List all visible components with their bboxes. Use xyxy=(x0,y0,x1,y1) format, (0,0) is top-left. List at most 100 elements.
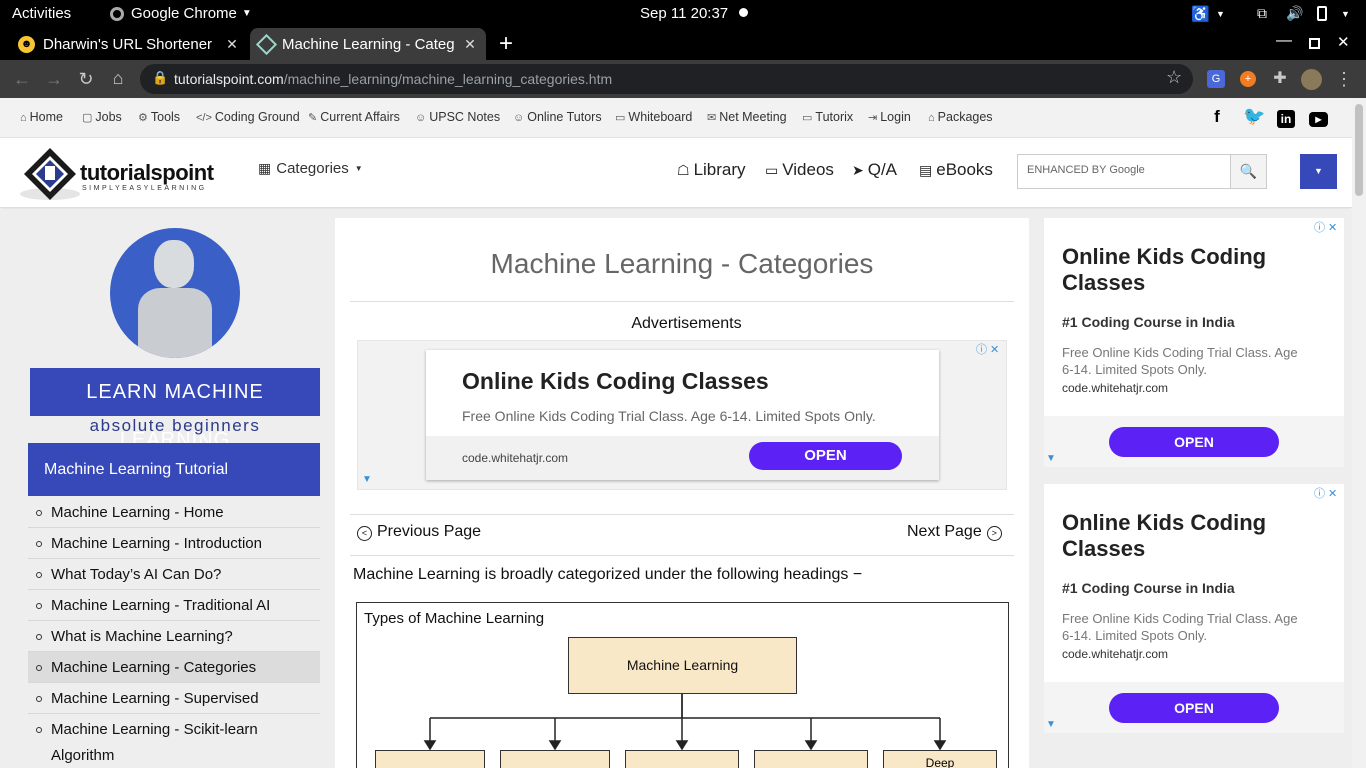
facebook-icon[interactable]: f xyxy=(1208,108,1226,126)
bullet-icon xyxy=(36,665,42,671)
tab-ml-categories[interactable]: Machine Learning - Categ ✕ xyxy=(250,28,486,60)
sidebar-item[interactable]: Machine Learning - Traditional AI xyxy=(28,590,320,621)
ad-triangle-icon[interactable]: ▼ xyxy=(362,474,372,485)
sidebar-item[interactable]: What is Machine Learning? xyxy=(28,621,320,652)
nav-videos[interactable]: ▭ Videos xyxy=(765,160,834,180)
clock[interactable]: Sep 11 20:37 xyxy=(640,5,728,22)
site-link-jobs[interactable]: ▢ Jobs xyxy=(82,110,122,124)
reload-icon[interactable]: ↻ xyxy=(74,67,98,91)
site-link-current-affairs[interactable]: ✎ Current Affairs xyxy=(308,110,400,124)
ad-banner[interactable]: Online Kids Coding Classes Free Online K… xyxy=(357,340,1007,490)
site-link-coding-ground[interactable]: </> Coding Ground xyxy=(196,110,300,124)
menu-kebab-icon[interactable]: ⋮ xyxy=(1332,67,1356,91)
volume-icon[interactable]: 🔊 xyxy=(1286,5,1303,22)
side-ad-open-button[interactable]: OPEN xyxy=(1109,693,1279,723)
close-tab-icon[interactable]: ✕ xyxy=(224,36,240,52)
nav-ebooks[interactable]: ▤ eBooks xyxy=(919,160,993,180)
close-window-icon[interactable]: ✕ xyxy=(1337,33,1350,51)
site-link-tutorix[interactable]: ▭ Tutorix xyxy=(802,110,853,124)
twitter-icon[interactable]: 🐦 xyxy=(1243,107,1265,125)
sidebar: LEARN MACHINE LEARNING absolute beginner… xyxy=(28,218,320,768)
side-ad-2[interactable]: ⓘ ✕ Online Kids Coding Classes #1 Coding … xyxy=(1044,484,1344,733)
ad-triangle-icon[interactable]: ▼ xyxy=(1046,719,1056,730)
site-link-login[interactable]: ⇥ Login xyxy=(868,110,911,124)
next-page-link[interactable]: Next Page > xyxy=(907,523,1002,541)
chevron-down-icon[interactable]: ▼ xyxy=(1341,9,1350,19)
minimize-icon[interactable]: — xyxy=(1276,32,1292,50)
sidebar-item[interactable]: Machine Learning - Home xyxy=(28,497,320,528)
sidebar-item[interactable]: Machine Learning - Scikit-learn Algorithm xyxy=(28,714,320,768)
new-tab-button[interactable]: + xyxy=(499,30,513,58)
tutorialspoint-icon xyxy=(255,33,278,55)
side-ad-url: code.whitehatjr.com xyxy=(1062,647,1169,661)
search-input[interactable]: ENHANCED BY Google xyxy=(1017,154,1230,189)
menu-toggle-button[interactable]: ▼ xyxy=(1300,154,1337,189)
youtube-icon[interactable]: ▶ xyxy=(1309,112,1328,127)
side-ad-open-button[interactable]: OPEN xyxy=(1109,427,1279,457)
bookmark-star-icon[interactable]: ☆ xyxy=(1166,67,1182,88)
previous-page-link[interactable]: < Previous Page xyxy=(357,523,481,541)
chevron-down-icon: ▼ xyxy=(241,8,252,19)
ml-types-diagram: Types of Machine Learning Machine Learni… xyxy=(356,602,1009,768)
search-button[interactable]: 🔍 xyxy=(1230,154,1267,189)
avatar[interactable] xyxy=(1301,69,1322,90)
ad-choices-icon[interactable]: ⓘ ✕ xyxy=(1314,219,1342,234)
extension-icon[interactable]: + xyxy=(1240,71,1256,87)
linkedin-icon[interactable]: in xyxy=(1277,110,1295,128)
activities-button[interactable]: Activities xyxy=(12,5,71,22)
close-tab-icon[interactable]: ✕ xyxy=(462,36,478,52)
diagram-node-deep: Deep xyxy=(883,750,997,768)
ad-choices-icon[interactable]: ⓘ ✕ xyxy=(1314,485,1342,500)
login-icon: ⇥ xyxy=(868,112,878,124)
categories-label: Categories xyxy=(276,160,349,177)
nav-library[interactable]: ☖ Library xyxy=(677,160,746,180)
site-link-tools[interactable]: ⚙ Tools xyxy=(138,110,180,124)
ad-headline: Online Kids Coding Classes xyxy=(462,368,769,394)
tutorial-title[interactable]: Machine Learning Tutorial xyxy=(28,443,320,496)
ad-triangle-icon[interactable]: ▼ xyxy=(1046,453,1056,464)
extensions-puzzle-icon[interactable]: ✚ xyxy=(1268,67,1292,91)
network-icon[interactable]: ⧉ xyxy=(1257,5,1267,22)
scrollbar-thumb[interactable] xyxy=(1355,104,1363,196)
site-link-online-tutors[interactable]: ☺ Online Tutors xyxy=(513,110,602,124)
ad-card[interactable]: Online Kids Coding Classes Free Online K… xyxy=(426,350,939,480)
accessibility-icon[interactable]: ♿ xyxy=(1191,5,1210,23)
ad-choices-icon[interactable]: ⓘ ✕ xyxy=(976,341,1004,356)
categories-dropdown[interactable]: ▦ Categories ▼ xyxy=(258,160,363,177)
page-scrollbar[interactable] xyxy=(1352,98,1366,768)
main-content: Machine Learning - Categories Advertisem… xyxy=(335,218,1029,768)
app-menu[interactable]: Google Chrome ▼ xyxy=(110,5,252,22)
site-logo[interactable]: tutorialspoint SIMPLYEASYLEARNING xyxy=(18,144,232,204)
app-name: Google Chrome xyxy=(131,5,237,22)
translate-extension-icon[interactable]: G xyxy=(1207,70,1225,88)
home-icon[interactable]: ⌂ xyxy=(106,66,130,90)
side-ad-1[interactable]: ⓘ ✕ Online Kids Coding Classes #1 Coding … xyxy=(1044,218,1344,467)
nav-qa[interactable]: ➤ Q/A xyxy=(852,160,897,180)
video-icon: ▭ xyxy=(765,162,779,178)
site-link-home[interactable]: ⌂ Home xyxy=(20,110,63,124)
caret-down-icon: ▼ xyxy=(1314,166,1323,176)
forward-icon[interactable]: → xyxy=(42,67,66,91)
user-icon: ☺ xyxy=(415,112,427,124)
site-header: tutorialspoint SIMPLYEASYLEARNING ▦ Cate… xyxy=(0,138,1352,208)
site-link-whiteboard[interactable]: ▭ Whiteboard xyxy=(615,110,692,124)
battery-icon[interactable] xyxy=(1317,6,1327,21)
sidebar-item[interactable]: Machine Learning - Supervised xyxy=(28,683,320,714)
tab-url-shortener[interactable]: ☻ Dharwin's URL Shortener ✕ xyxy=(8,28,248,60)
back-icon[interactable]: ← xyxy=(10,67,34,91)
notification-dot-icon xyxy=(739,8,748,17)
home-icon: ⌂ xyxy=(20,112,27,124)
site-link-packages[interactable]: ⌂ Packages xyxy=(928,110,993,124)
address-bar[interactable]: 🔒 tutorialspoint.com/machine_learning/ma… xyxy=(140,64,1193,94)
sidebar-item[interactable]: What Today’s AI Can Do? xyxy=(28,559,320,590)
site-link-net-meeting[interactable]: ✉ Net Meeting xyxy=(707,110,787,124)
sidebar-item[interactable]: Machine Learning - Introduction xyxy=(28,528,320,559)
site-link-upsc-notes[interactable]: ☺ UPSC Notes xyxy=(415,110,500,124)
ad-open-button[interactable]: OPEN xyxy=(749,442,902,470)
logo-mark-icon xyxy=(20,148,80,200)
bullet-icon xyxy=(36,727,42,733)
course-banner[interactable]: LEARN MACHINE LEARNING absolute beginner… xyxy=(28,218,320,451)
sidebar-item-selected[interactable]: Machine Learning - Categories xyxy=(28,652,320,683)
maximize-icon[interactable] xyxy=(1309,38,1320,49)
bullet-icon xyxy=(36,603,42,609)
